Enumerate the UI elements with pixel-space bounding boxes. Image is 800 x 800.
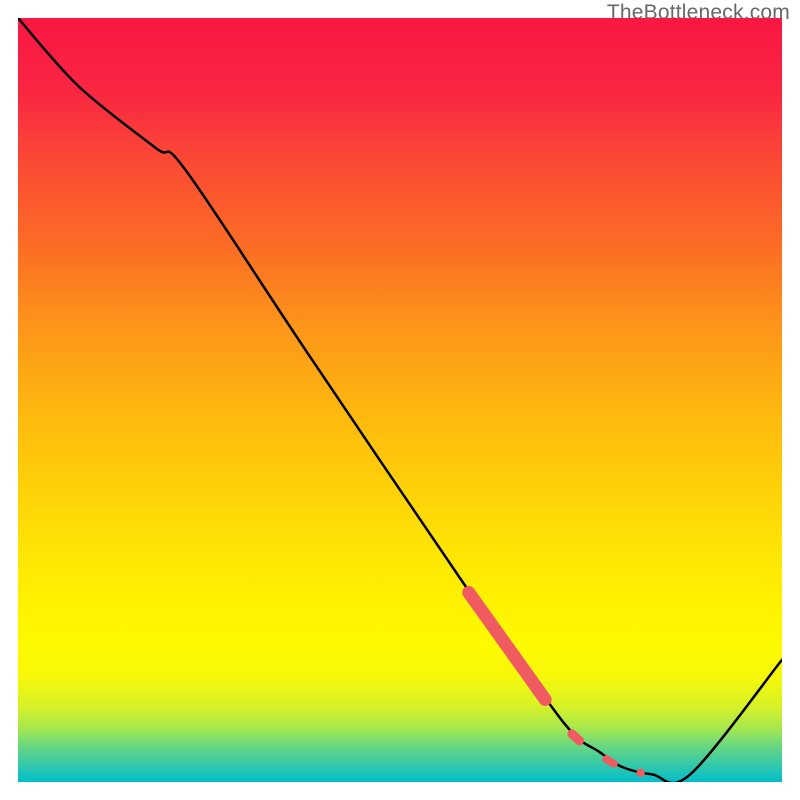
highlight-dots-segment bbox=[572, 734, 580, 741]
highlight-dot bbox=[636, 769, 644, 777]
highlight-dots-segment bbox=[606, 759, 614, 764]
chart-container: TheBottleneck.com bbox=[0, 0, 800, 800]
plot-area bbox=[18, 18, 782, 782]
bottleneck-curve bbox=[18, 18, 782, 782]
dots-group bbox=[469, 593, 645, 778]
chart-svg bbox=[18, 18, 782, 782]
curve-group bbox=[18, 18, 782, 782]
highlight-dots-segment bbox=[469, 593, 545, 700]
